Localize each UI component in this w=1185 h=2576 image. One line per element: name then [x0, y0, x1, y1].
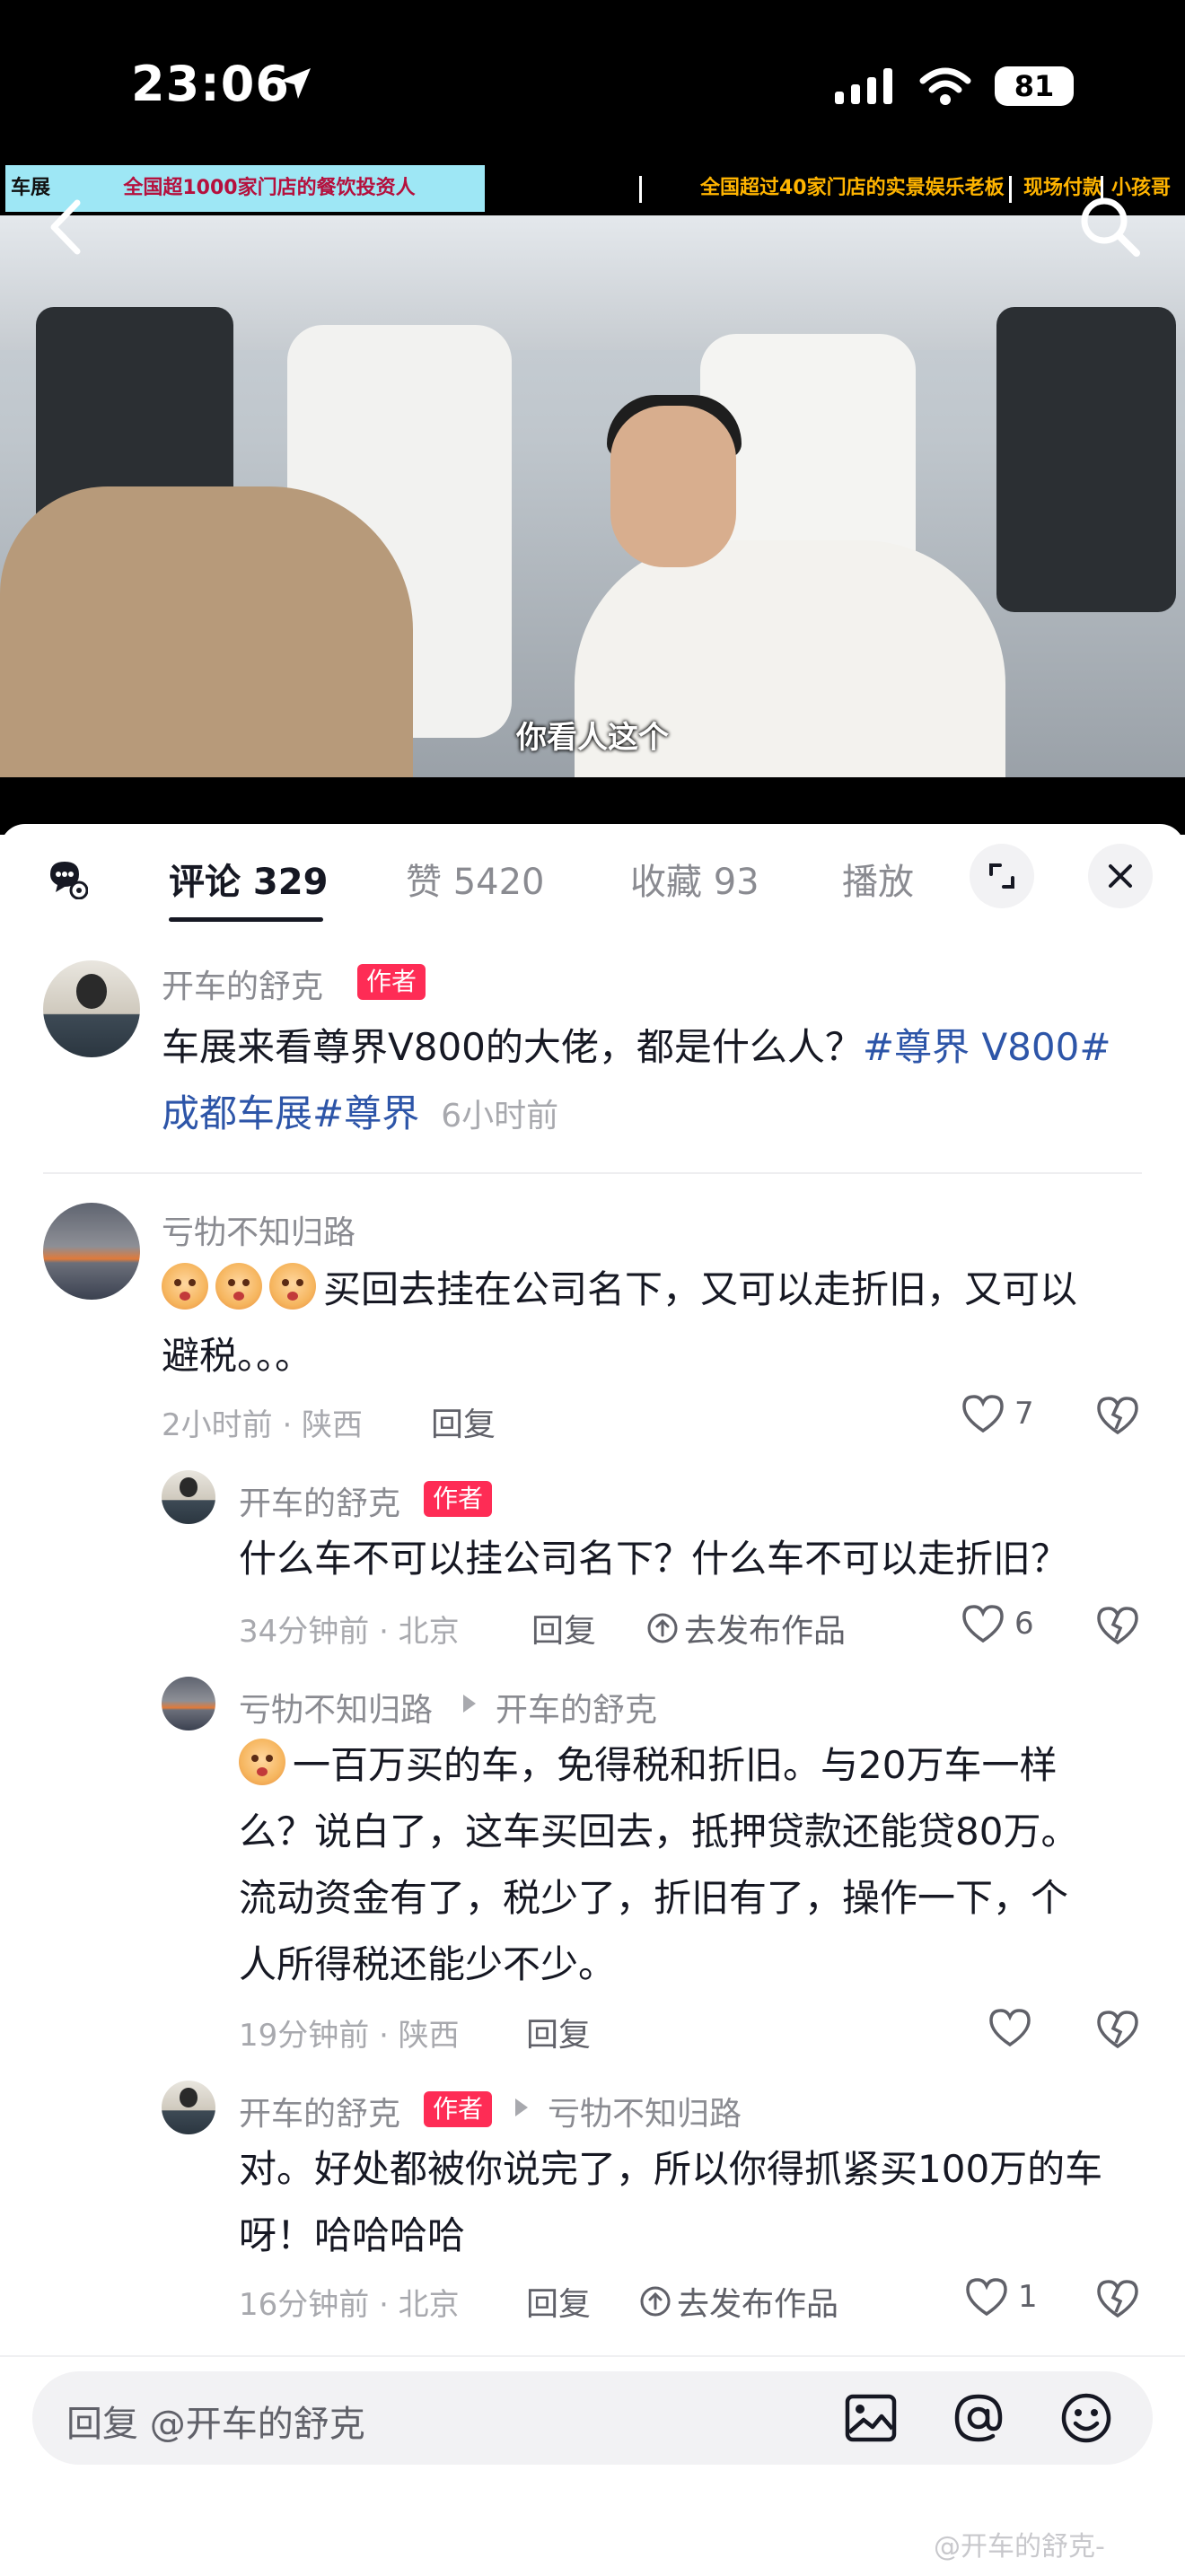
heart-icon — [962, 1605, 1004, 1643]
author-badge: 作者 — [357, 964, 426, 1000]
expand-button[interactable] — [970, 844, 1034, 908]
like-count: 7 — [1014, 1396, 1034, 1432]
crying-emoji-icon — [162, 1263, 208, 1310]
dislike-icon[interactable] — [1095, 1395, 1140, 1436]
mention-icon[interactable] — [948, 2388, 1009, 2449]
comment-meta: 2小时前 · 陕西 — [162, 1407, 364, 1443]
dislike-icon[interactable] — [1095, 2009, 1140, 2050]
tab-active-indicator — [169, 917, 323, 922]
video-subtitle: 你看人这个 — [516, 720, 669, 756]
wifi-icon — [919, 67, 971, 105]
avatar[interactable] — [162, 2081, 215, 2134]
comment-username[interactable]: 亏牞不知归路 — [239, 1684, 433, 1730]
comment-meta: 19分钟前 · 陕西 — [239, 2018, 460, 2054]
avatar[interactable] — [43, 960, 140, 1057]
avatar[interactable] — [162, 1677, 215, 1730]
heart-icon — [962, 1395, 1004, 1433]
comment-text: 一百万买的车，免得税和折旧。与20万车一样 么？说白了，这车买回去，抵押贷款还能… — [239, 1732, 1163, 1998]
post-description: 车展来看尊界V800的大佬，都是什么人？#尊界 V800# 成都车展#尊界 6小时… — [162, 1014, 1149, 1150]
comment-settings-icon[interactable] — [45, 856, 88, 899]
publish-work-button[interactable]: 去发布作品 — [646, 1605, 846, 1652]
reply-to-username[interactable]: 开车的舒克 — [496, 1684, 657, 1730]
comment-username[interactable]: 开车的舒克 — [239, 1477, 400, 1524]
close-button[interactable] — [1088, 844, 1153, 908]
comment-meta: 16分钟前 · 北京 — [239, 2287, 460, 2323]
comment-text: 对。好处都被你说完了，所以你得抓紧买100万的车 呀！哈哈哈哈 — [239, 2147, 1103, 2257]
post-text: 车展来看尊界V800的大佬，都是什么人？ — [162, 1025, 863, 1069]
status-icons: 81 — [835, 61, 1074, 111]
divider — [43, 1172, 1142, 1174]
expand-icon — [989, 863, 1014, 889]
crying-emoji-icon — [239, 1739, 285, 1785]
author-badge: 作者 — [424, 1481, 493, 1517]
avatar[interactable] — [43, 1203, 140, 1300]
reply-button[interactable]: 回复 — [526, 2278, 591, 2325]
like-count: 1 — [1018, 2279, 1038, 2315]
location-arrow-icon — [280, 68, 311, 99]
like-button[interactable]: 1 — [964, 2276, 1038, 2318]
banner-owner-label: 全国超过40家门店的实景娱乐老板 — [700, 177, 1005, 199]
reply-to-username[interactable]: 亏牞不知归路 — [548, 2088, 742, 2134]
heart-icon — [989, 2009, 1031, 2047]
watermark: @开车的舒克- — [934, 2531, 1105, 2563]
reply-button[interactable]: 回复 — [526, 2009, 591, 2055]
tab-likes[interactable]: 赞 5420 — [406, 853, 545, 905]
battery-indicator: 81 — [995, 66, 1074, 106]
crying-emoji-icon — [215, 1263, 262, 1310]
reply-arrow-icon — [463, 1695, 476, 1713]
close-icon — [1109, 864, 1132, 888]
comment-text: 买回去挂在公司名下，又可以走折旧，又可以 避税。。。 — [162, 1257, 1149, 1389]
tab-play[interactable]: 播放 — [842, 853, 914, 905]
comment-username[interactable]: 亏牞不知归路 — [162, 1206, 356, 1253]
like-button[interactable]: 7 — [961, 1393, 1034, 1434]
back-icon[interactable] — [40, 196, 93, 258]
comment-text: 什么车不可以挂公司名下？什么车不可以走折旧？ — [239, 1537, 1069, 1581]
tab-comments[interactable]: 评论 329 — [169, 853, 328, 905]
upload-circle-icon — [640, 2286, 671, 2317]
publish-work-button[interactable]: 去发布作品 — [639, 2278, 838, 2325]
tab-favorites[interactable]: 收藏 93 — [630, 853, 759, 905]
comment-input-placeholder[interactable]: 回复 @开车的舒克 — [66, 2395, 365, 2447]
hashtag-link[interactable]: #尊界 V800# — [863, 1025, 1111, 1069]
like-button[interactable]: 6 — [961, 1603, 1034, 1644]
like-button[interactable] — [988, 2007, 1032, 2048]
heart-icon — [966, 2278, 1007, 2317]
hashtag-link[interactable]: 成都车展#尊界 — [162, 1091, 419, 1135]
status-time: 23:06 — [131, 56, 290, 112]
comment-meta: 34分钟前 · 北京 — [239, 1614, 460, 1650]
reply-button[interactable]: 回复 — [431, 1398, 496, 1445]
video-frame[interactable] — [0, 163, 1185, 777]
crying-emoji-icon — [269, 1263, 316, 1310]
reply-arrow-icon — [515, 2098, 528, 2116]
image-icon[interactable] — [840, 2388, 901, 2449]
emoji-icon[interactable] — [1056, 2388, 1117, 2449]
signal-icon — [835, 68, 892, 104]
reply-button[interactable]: 回复 — [531, 1605, 596, 1652]
banner-investor-label: 全国超1000家门店的餐饮投资人 — [54, 165, 485, 212]
comment-username[interactable]: 开车的舒克 — [239, 2088, 400, 2134]
post-author-name[interactable]: 开车的舒克 — [162, 960, 323, 1007]
like-count: 6 — [1014, 1606, 1034, 1642]
dislike-icon[interactable] — [1095, 1605, 1140, 1646]
search-icon[interactable] — [1074, 190, 1146, 262]
upload-circle-icon — [647, 1613, 678, 1643]
author-badge: 作者 — [424, 2091, 493, 2127]
dislike-icon[interactable] — [1095, 2278, 1140, 2319]
avatar[interactable] — [162, 1470, 215, 1524]
post-time: 6小时前 — [441, 1098, 559, 1135]
